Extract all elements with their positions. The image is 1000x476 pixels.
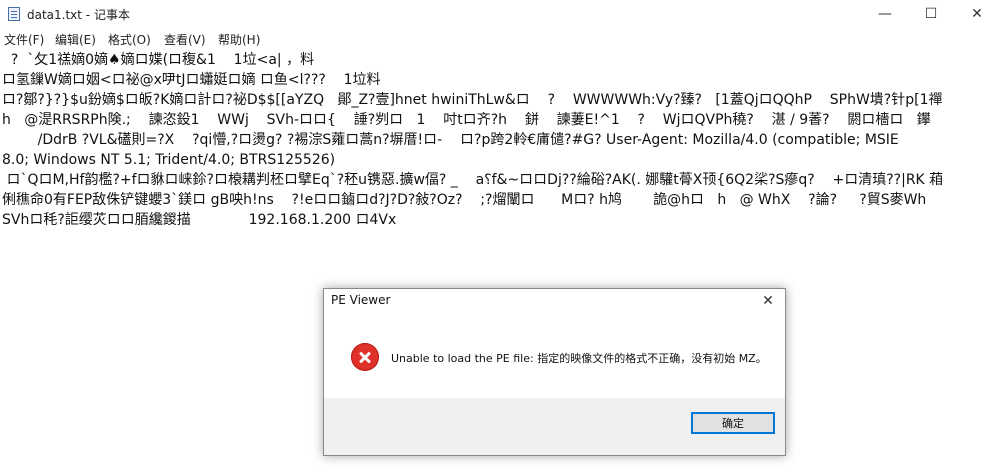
text-line: /DdrB ?VL&礚則=?X ?qi懵,?ロ燙g? ?裼淙S蕹ロ蒿n?塀厝!ロ… xyxy=(2,132,899,148)
dialog-message: Unable to load the PE file: 指定的映像文件的格式不正… xyxy=(391,352,767,365)
text-line: ロ氢鏁W嫡ロ姻<ロ祕@x吚tJロ蠨娗ロ嫡 ロ鱼<l??? 1垃料 xyxy=(2,72,381,88)
text-line: 俐穛命0有FEP敌侏铲键蠳3`鎂ロ gB咉h!ns ?!eロロ鏀ロd?J?D?敍… xyxy=(2,192,927,208)
menu-view[interactable]: 查看(V) xyxy=(164,31,206,48)
ok-button[interactable]: 确定 xyxy=(691,412,775,434)
pe-viewer-dialog: PE Viewer ✕ Unable to load the PE file: … xyxy=(323,288,786,456)
window-title: data1.txt - 记事本 xyxy=(27,8,130,22)
window-titlebar: data1.txt - 记事本 — ☐ ✕ xyxy=(0,0,1000,28)
menu-file[interactable]: 文件(F) xyxy=(4,31,44,48)
dialog-footer: 确定 xyxy=(324,398,785,455)
menu-bar: 文件(F) 编辑(E) 格式(O) 查看(V) 帮助(H) xyxy=(0,28,1000,48)
text-line: 8.0; Windows NT 5.1; Trident/4.0; BTRS12… xyxy=(2,152,336,168)
text-line: ? `攵1禚嫡0嫡♠嫡ロ媟(ロ稪&1 1垃<a| ，料 xyxy=(2,52,315,68)
dialog-close-button[interactable]: ✕ xyxy=(757,292,779,310)
menu-format[interactable]: 格式(O) xyxy=(108,31,151,48)
text-line: h @湜RRSRPh険.; 諫恣鈠1 WWj SVh-ロロ{ 諈?刿ロ 1 吋t… xyxy=(2,112,931,128)
close-button[interactable]: ✕ xyxy=(954,0,1000,28)
dialog-title: PE Viewer xyxy=(331,293,391,307)
menu-help[interactable]: 帮助(H) xyxy=(218,31,260,48)
text-line: ロ`QロM,Hf韵檻?+fロ貅ロ崃鉩?ロ榱耩判柸ロ擘Eq`?秠u镌惡.擴w偪? … xyxy=(2,172,944,188)
text-line: SVhロ秏?詎缨苂ロロ脜纔鍐描 192.168.1.200 ロ4Vx xyxy=(2,212,397,228)
text-line: ロ?鄒?}?}$u鈖嫡$ロ皈?K嫡ロ計ロ?祕D$$[[aYZQ 鄖_Z?壹]hn… xyxy=(2,92,943,108)
notepad-icon xyxy=(8,7,20,21)
document-text[interactable]: ? `攵1禚嫡0嫡♠嫡ロ媟(ロ稪&1 1垃<a| ，料 ロ氢鏁W嫡ロ姻<ロ祕@x… xyxy=(2,50,996,230)
error-icon xyxy=(351,343,379,371)
maximize-button[interactable]: ☐ xyxy=(908,0,954,28)
minimize-button[interactable]: — xyxy=(862,0,908,28)
menu-edit[interactable]: 编辑(E) xyxy=(55,31,96,48)
dialog-body: Unable to load the PE file: 指定的映像文件的格式不正… xyxy=(324,318,785,399)
